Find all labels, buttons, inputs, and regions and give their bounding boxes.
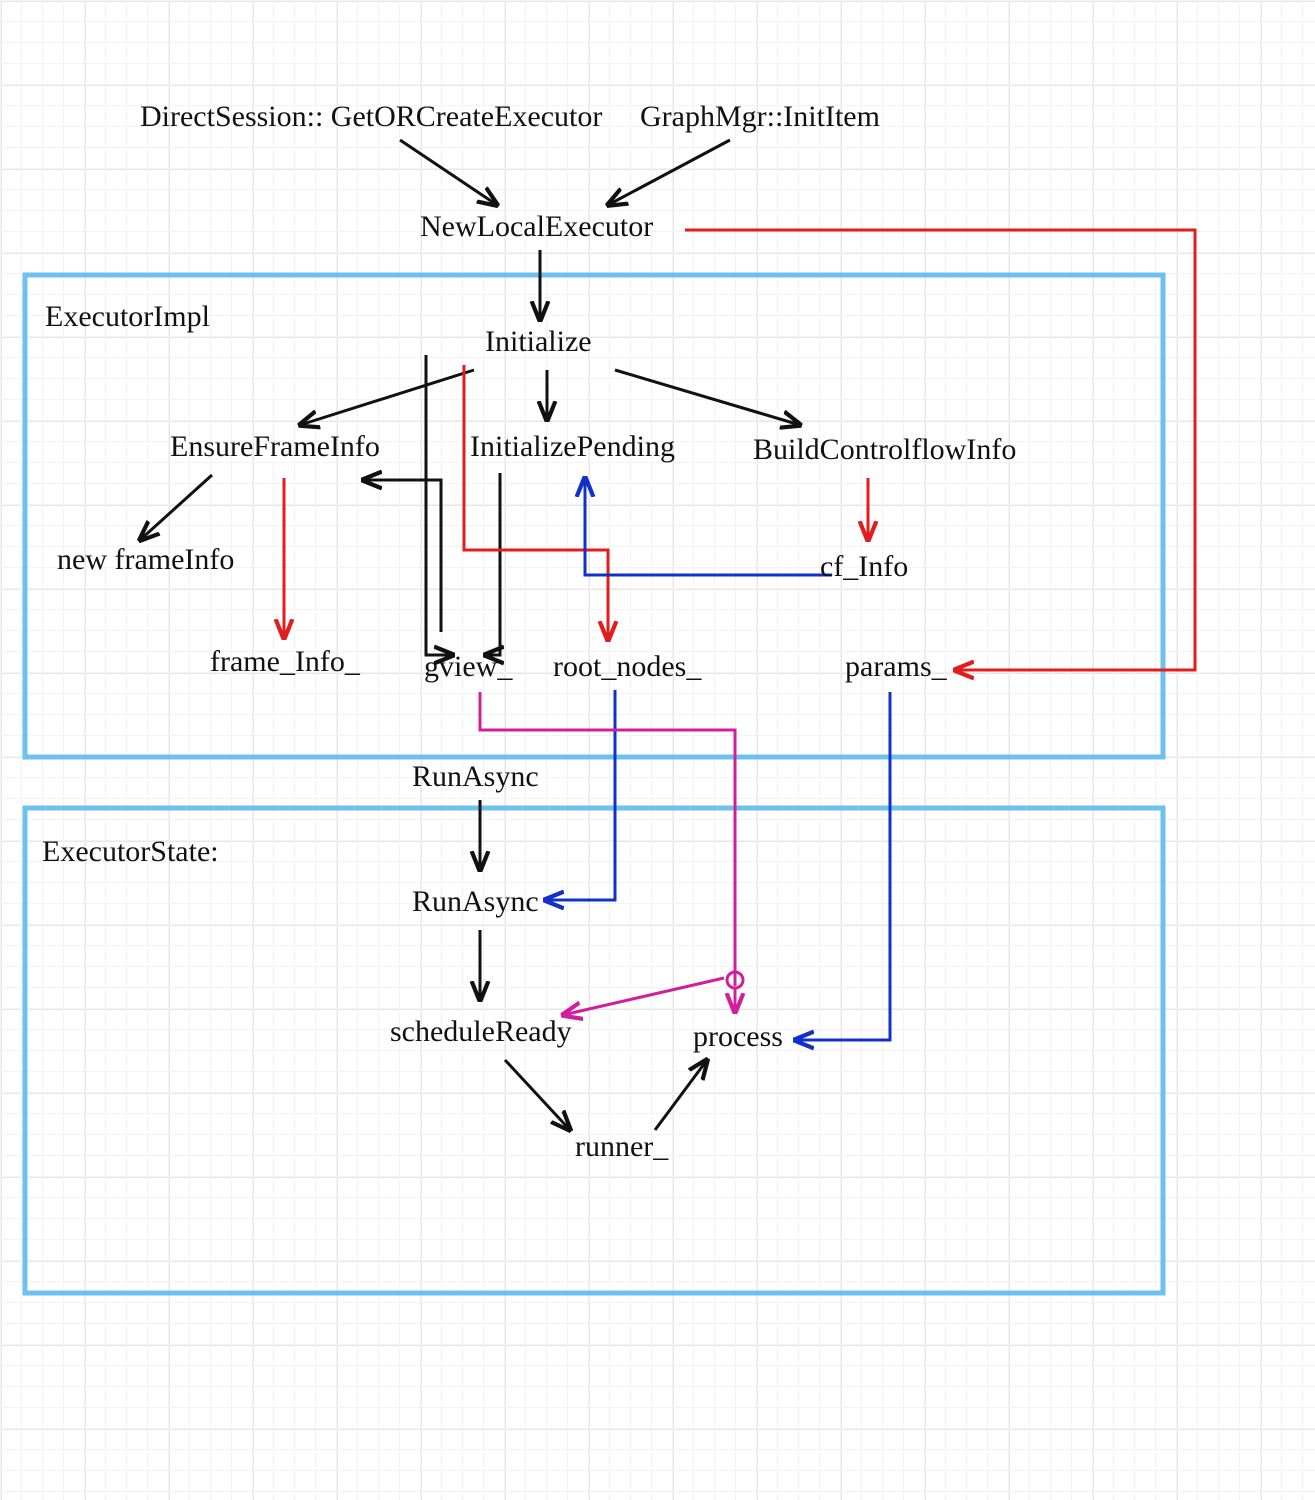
executor-state-box: [25, 808, 1163, 1293]
node-new-local-exec: NewLocalExecutor: [420, 210, 653, 244]
node-graph-mgr: GraphMgr::InitItem: [640, 100, 880, 134]
arrow: [563, 978, 724, 1015]
arrow: [480, 692, 735, 986]
arrow: [363, 480, 441, 632]
executor-impl-box: [25, 275, 1163, 757]
node-new-frame-info: new frameInfo: [57, 543, 234, 577]
arrow: [300, 370, 474, 425]
node-initialize-pending: InitializePending: [470, 430, 675, 464]
node-gview: gview_: [424, 650, 512, 684]
node-run-async-impl: RunAsync: [412, 760, 539, 794]
arrow: [400, 140, 497, 205]
arrow: [655, 1060, 707, 1130]
node-params: params_: [845, 650, 947, 684]
node-runner: runner_: [575, 1130, 668, 1164]
node-direct-session: DirectSession:: GetORCreateExecutor: [140, 100, 602, 134]
arrow: [585, 478, 832, 575]
arrow: [615, 370, 800, 425]
arrow: [545, 690, 615, 900]
arrow: [795, 692, 890, 1040]
arrow: [485, 473, 500, 655]
arrow: [140, 475, 212, 540]
box-label-executor-state: ExecutorState:: [42, 835, 219, 869]
diagram-canvas: [0, 0, 1315, 1500]
arrow: [608, 140, 730, 205]
node-schedule-ready: scheduleReady: [390, 1015, 572, 1049]
node-cf-info: cf_Info: [820, 550, 908, 584]
box-label-executor-impl: ExecutorImpl: [45, 300, 210, 334]
node-build-cf-info: BuildControlflowInfo: [753, 433, 1016, 467]
node-run-async-state: RunAsync: [412, 885, 539, 919]
node-process: process: [693, 1020, 783, 1054]
node-root-nodes: root_nodes_: [553, 650, 701, 684]
node-initialize: Initialize: [485, 325, 592, 359]
node-ensure-frame-info: EnsureFrameInfo: [170, 430, 380, 464]
node-frame-info: frame_Info_: [210, 645, 360, 679]
arrow: [505, 1060, 570, 1130]
